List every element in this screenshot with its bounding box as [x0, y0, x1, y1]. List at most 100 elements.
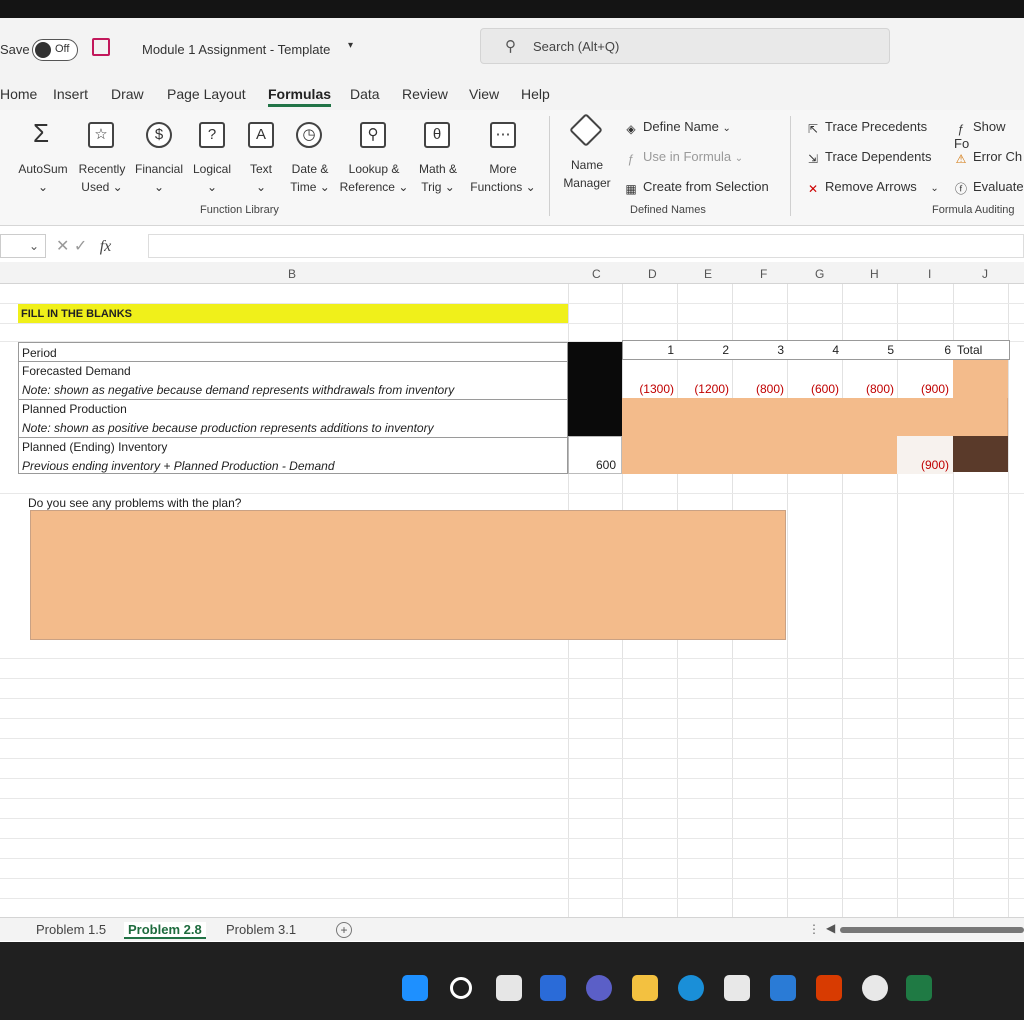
period-1[interactable]: 1: [622, 343, 674, 357]
fill-in-banner[interactable]: FILL IN THE BLANKS: [18, 304, 568, 323]
demand-period-3[interactable]: (800): [732, 382, 784, 396]
text-button[interactable]: Text ⌄: [242, 160, 280, 196]
widgets-icon[interactable]: [540, 975, 566, 1001]
tab-view[interactable]: View: [469, 86, 499, 102]
row-label-inventory[interactable]: Planned (Ending) Inventory: [22, 440, 167, 454]
period-3[interactable]: 3: [732, 343, 784, 357]
insert-function-icon[interactable]: fx: [100, 238, 112, 255]
column-header-g[interactable]: G: [815, 267, 824, 281]
column-header-h[interactable]: H: [870, 267, 879, 281]
math-trig-button[interactable]: Math & Trig ⌄: [412, 160, 464, 196]
demand-period-6[interactable]: (900): [897, 382, 949, 396]
logical-button[interactable]: Logical ⌄: [188, 160, 236, 196]
note-inventory[interactable]: Previous ending inventory + Planned Prod…: [22, 459, 335, 473]
excel-icon[interactable]: [906, 975, 932, 1001]
tab-data[interactable]: Data: [350, 86, 380, 102]
column-header-b[interactable]: B: [288, 267, 296, 281]
evaluate-formula-button[interactable]: ⓕ Evaluate: [954, 179, 1024, 196]
document-title[interactable]: Module 1 Assignment - Template: [142, 42, 330, 57]
ending-inventory-period-6[interactable]: (900): [897, 458, 949, 472]
column-header-e[interactable]: E: [704, 267, 712, 281]
tab-formulas[interactable]: Formulas: [268, 86, 332, 107]
period-5[interactable]: 5: [842, 343, 894, 357]
chrome-icon[interactable]: [862, 975, 888, 1001]
autosum-button[interactable]: AutoSum ⌄: [12, 160, 74, 196]
column-header-f[interactable]: F: [760, 267, 767, 281]
use-in-formula-button[interactable]: ƒ Use in Formula ⌄: [624, 149, 744, 166]
more-options-icon[interactable]: ⋮: [808, 922, 820, 936]
store-icon[interactable]: [724, 975, 750, 1001]
period-6[interactable]: 6: [897, 343, 951, 357]
question-text[interactable]: Do you see any problems with the plan?: [28, 496, 241, 510]
date-time-label: Date &: [291, 162, 329, 176]
mail-icon[interactable]: [770, 975, 796, 1001]
enter-icon[interactable]: ✓: [74, 238, 87, 255]
trace-precedents-button[interactable]: ⇱ Trace Precedents: [806, 119, 927, 136]
tab-insert[interactable]: Insert: [53, 86, 88, 102]
define-name-button[interactable]: ◈ Define Name ⌄: [624, 119, 731, 136]
show-formulas-button[interactable]: ƒ Show Fo: [954, 119, 1024, 151]
period-2[interactable]: 2: [677, 343, 729, 357]
tab-help[interactable]: Help: [521, 86, 550, 102]
file-explorer-icon[interactable]: [632, 975, 658, 1001]
date-time-button[interactable]: Date & Time ⌄: [284, 160, 336, 196]
grid-line: [0, 658, 1024, 659]
sheet-tab-problem-2-8[interactable]: Problem 2.8: [124, 922, 206, 939]
column-header-j[interactable]: J: [982, 267, 988, 281]
office-icon[interactable]: [816, 975, 842, 1001]
chat-icon[interactable]: [586, 975, 612, 1001]
horizontal-scrollbar[interactable]: [840, 927, 1024, 933]
note-production[interactable]: Note: shown as positive because producti…: [22, 421, 434, 435]
row-label-production[interactable]: Planned Production: [22, 402, 127, 416]
demand-period-1[interactable]: (1300): [622, 382, 674, 396]
tab-draw[interactable]: Draw: [111, 86, 144, 102]
trace-dependents-button[interactable]: ⇲ Trace Dependents: [806, 149, 932, 166]
recently-used-button[interactable]: Recently Used ⌄: [74, 160, 130, 196]
demand-period-5[interactable]: (800): [842, 382, 894, 396]
total-label[interactable]: Total: [957, 343, 982, 357]
start-icon[interactable]: [402, 975, 428, 1001]
cancel-icon[interactable]: ✕: [56, 238, 69, 255]
name-box[interactable]: ⌄: [0, 234, 46, 258]
grid-line: [1008, 284, 1009, 917]
row-label-period[interactable]: Period: [22, 346, 57, 360]
column-header-d[interactable]: D: [648, 267, 657, 281]
name-manager-button[interactable]: Name Manager: [558, 156, 616, 192]
planned-production-cells[interactable]: [622, 398, 1008, 436]
sheet-tab-problem-1-5[interactable]: Problem 1.5: [36, 922, 106, 937]
worksheet-grid[interactable]: B C D E F G H I J FILL IN THE BLANKS Per…: [0, 262, 1024, 917]
row-label-demand[interactable]: Forecasted Demand: [22, 364, 131, 378]
title-dropdown-icon[interactable]: ▾: [348, 40, 353, 51]
demand-period-4[interactable]: (600): [787, 382, 839, 396]
tab-page-layout[interactable]: Page Layout: [167, 86, 246, 102]
save-icon[interactable]: [92, 38, 110, 56]
add-sheet-icon[interactable]: +: [336, 922, 352, 938]
grid-line: [897, 284, 898, 917]
total-inventory-cell[interactable]: [953, 436, 1008, 472]
column-header-i[interactable]: I: [928, 267, 931, 281]
edge-icon[interactable]: [678, 975, 704, 1001]
search-input[interactable]: ⚲ Search (Alt+Q): [480, 28, 890, 64]
scroll-left-icon[interactable]: ◀: [826, 921, 835, 935]
lookup-reference-button[interactable]: Lookup & Reference ⌄: [338, 160, 410, 196]
total-demand-cell[interactable]: [953, 360, 1008, 398]
note-demand[interactable]: Note: shown as negative because demand r…: [22, 383, 454, 397]
financial-button[interactable]: Financial ⌄: [132, 160, 186, 196]
demand-period-2[interactable]: (1200): [677, 382, 729, 396]
ending-inventory-cells[interactable]: [622, 436, 897, 474]
sheet-tab-problem-3-1[interactable]: Problem 3.1: [226, 922, 296, 937]
answer-box[interactable]: [30, 510, 786, 640]
error-checking-button[interactable]: ⚠ Error Ch: [954, 149, 1023, 166]
period-4[interactable]: 4: [787, 343, 839, 357]
tab-review[interactable]: Review: [402, 86, 448, 102]
more-functions-button[interactable]: More Functions ⌄: [466, 160, 540, 196]
create-from-selection-button[interactable]: ▦ Create from Selection: [624, 179, 768, 196]
column-header-c[interactable]: C: [592, 267, 601, 281]
search-icon[interactable]: [450, 977, 472, 999]
tab-home[interactable]: Home: [0, 86, 37, 102]
autosave-toggle[interactable]: Off: [32, 39, 78, 61]
remove-arrows-button[interactable]: ✕ Remove Arrows ⌄: [806, 179, 939, 196]
task-view-icon[interactable]: [496, 975, 522, 1001]
black-cell[interactable]: [568, 342, 622, 436]
formula-input[interactable]: [148, 234, 1024, 258]
